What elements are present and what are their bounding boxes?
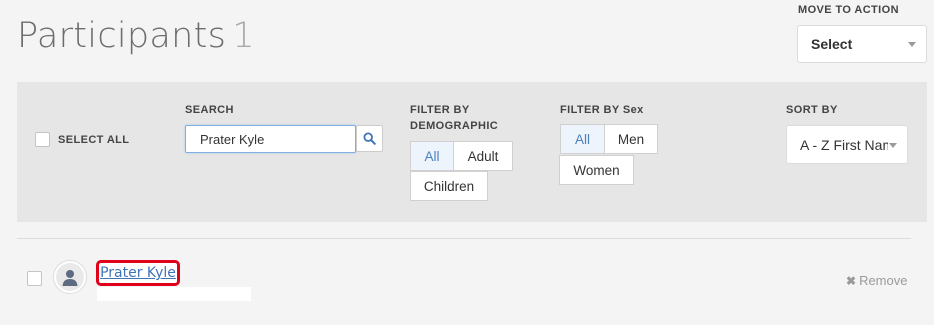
filter-demographic-label: FILTER BY DEMOGRAPHIC xyxy=(410,102,498,134)
search-button[interactable] xyxy=(356,125,383,152)
move-to-action-select[interactable]: Select xyxy=(797,25,927,63)
participant-name-highlight: Prater Kyle xyxy=(96,260,180,286)
participant-name-link[interactable]: Prater Kyle xyxy=(100,265,176,281)
demographic-option-adult[interactable]: Adult xyxy=(453,141,513,171)
sort-by-value: A - Z First Name xyxy=(800,136,888,153)
participant-count: 1 xyxy=(232,16,255,56)
divider xyxy=(17,238,911,239)
avatar xyxy=(53,260,87,294)
filter-demographic-label-line2: DEMOGRAPHIC xyxy=(410,120,499,132)
move-to-action-label: MOVE TO ACTION xyxy=(798,4,899,16)
sex-option-women[interactable]: Women xyxy=(559,155,634,185)
chevron-down-icon xyxy=(889,142,897,148)
sex-option-all[interactable]: All xyxy=(560,124,605,154)
page-title: Participants 1 xyxy=(17,16,255,56)
remove-label: Remove xyxy=(859,273,908,288)
sort-by-label: SORT BY xyxy=(786,104,838,116)
search-label: SEARCH xyxy=(185,104,234,116)
search-icon xyxy=(363,132,376,145)
move-to-action-value: Select xyxy=(811,36,853,52)
filter-demographic-label-line1: FILTER BY xyxy=(410,104,470,116)
sort-by-select[interactable]: A - Z First Name xyxy=(786,125,908,164)
page-title-text: Participants xyxy=(17,16,227,56)
filter-bar: SELECT ALL SEARCH FILTER BY DEMOGRAPHIC … xyxy=(17,82,927,222)
close-icon: ✖ xyxy=(846,273,857,288)
sex-option-men[interactable]: Men xyxy=(604,124,658,154)
chevron-down-icon xyxy=(908,42,916,47)
demographic-option-all[interactable]: All xyxy=(410,141,454,171)
search-input[interactable] xyxy=(185,125,356,153)
remove-participant-button[interactable]: ✖ Remove xyxy=(846,273,907,288)
participant-checkbox[interactable] xyxy=(27,271,42,286)
filter-sex-label: FILTER BY Sex xyxy=(560,104,644,116)
select-all-checkbox[interactable] xyxy=(35,132,50,147)
demographic-option-children[interactable]: Children xyxy=(410,171,488,201)
select-all-label: SELECT ALL xyxy=(58,134,130,146)
user-silhouette-icon xyxy=(56,263,84,291)
participant-detail-redacted xyxy=(97,287,251,301)
